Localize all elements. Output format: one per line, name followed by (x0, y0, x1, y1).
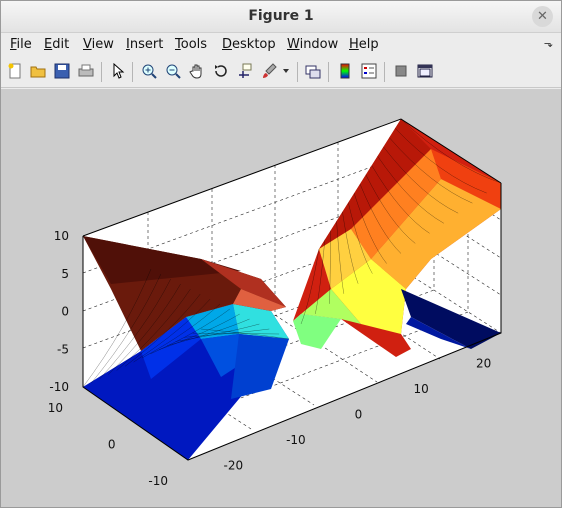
x-tick-label: 20 (476, 357, 491, 371)
menu-bar: File Edit View Insert Tools Desktop Wind… (1, 33, 561, 55)
pan-hand-icon[interactable] (187, 61, 207, 81)
z-tick-label: 0 (61, 305, 69, 319)
menu-window[interactable]: Window (287, 37, 338, 52)
toolbar (1, 57, 561, 88)
x-tick-label: -10 (286, 433, 306, 447)
z-tick-label: 5 (61, 267, 69, 281)
colorbar-icon[interactable] (335, 61, 355, 81)
rotate-3d-icon[interactable] (211, 61, 231, 81)
toolbar-separator (101, 62, 102, 82)
z-tick-label: 10 (54, 229, 69, 243)
menu-file[interactable]: File (10, 37, 32, 52)
plot-area: -10 -5 0 5 10 -10 0 10 -20 -10 0 10 20 (1, 89, 561, 507)
show-plot-tools-icon[interactable] (415, 61, 435, 81)
save-icon[interactable] (52, 61, 72, 81)
close-icon[interactable]: ✕ (532, 6, 553, 27)
menu-overflow-icon[interactable]: ⬎ (544, 37, 553, 50)
x-tick-label: 10 (413, 382, 428, 396)
menu-tools[interactable]: Tools (175, 37, 207, 52)
select-arrow-icon[interactable] (108, 61, 128, 81)
x-tick-label: -20 (223, 458, 243, 472)
menu-view[interactable]: View (83, 37, 114, 52)
y-tick-label: -10 (148, 474, 168, 488)
menu-insert[interactable]: Insert (126, 37, 163, 52)
z-tick-label: -10 (49, 380, 69, 394)
link-plot-icon[interactable] (303, 61, 323, 81)
print-icon[interactable] (76, 61, 96, 81)
y-tick-label: 0 (108, 438, 116, 452)
x-tick-label: 0 (355, 408, 363, 422)
menu-help[interactable]: Help (349, 37, 379, 52)
brush-dropdown-icon[interactable] (280, 61, 292, 81)
window-title: Figure 1 (248, 8, 314, 24)
zoom-in-icon[interactable] (139, 61, 159, 81)
y-tick-label: 10 (48, 401, 63, 415)
surface-plot-axes[interactable]: -10 -5 0 5 10 -10 0 10 -20 -10 0 10 20 (1, 89, 561, 507)
zoom-out-icon[interactable] (163, 61, 183, 81)
title-bar[interactable]: Figure 1 ✕ (1, 1, 561, 33)
menu-desktop[interactable]: Desktop (222, 37, 276, 52)
z-tick-label: -5 (57, 342, 69, 356)
figure-window: Figure 1 ✕ File Edit View Insert Tools D… (0, 0, 562, 508)
brush-icon[interactable] (259, 61, 279, 81)
new-figure-icon[interactable] (5, 61, 25, 81)
toolbar-separator (328, 62, 329, 82)
toolbar-separator (384, 62, 385, 82)
open-file-icon[interactable] (28, 61, 48, 81)
toolbar-separator (132, 62, 133, 82)
data-cursor-icon[interactable] (235, 61, 255, 81)
legend-icon[interactable] (359, 61, 379, 81)
menu-edit[interactable]: Edit (44, 37, 69, 52)
toolbar-separator (297, 62, 298, 82)
hide-plot-tools-icon[interactable] (391, 61, 411, 81)
